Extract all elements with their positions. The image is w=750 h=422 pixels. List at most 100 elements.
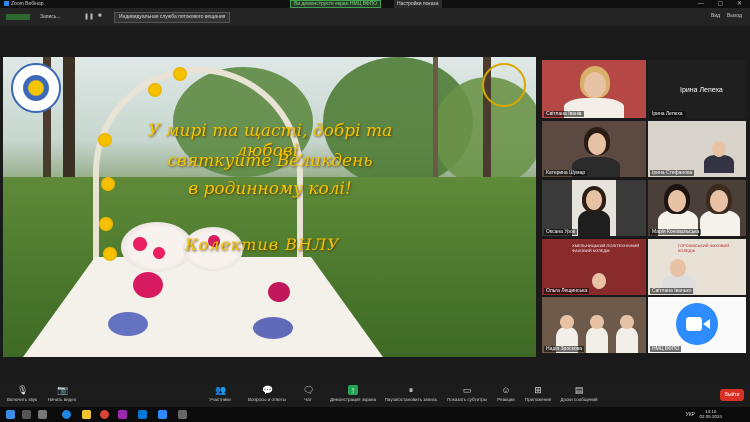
dandelion-flower xyxy=(148,83,162,97)
participant-face xyxy=(670,259,686,277)
meeting-toolbar: 🎙 Включить звук 📷 Начать видео 👥 Участники … xyxy=(0,383,750,407)
app-icon[interactable] xyxy=(118,410,127,419)
task-view-icon[interactable] xyxy=(38,410,47,419)
share-screen-button[interactable]: ↑ Демонстрация экрана xyxy=(326,385,380,402)
participant-face xyxy=(560,315,574,329)
leave-button[interactable]: Выйти xyxy=(720,389,744,401)
window-title-bar: Zoom Вебінар Ви демонструєте екран НМЦ В… xyxy=(0,0,750,8)
chat-button[interactable]: 🗨 Чат xyxy=(296,385,320,402)
stop-recording-icon[interactable]: ■ xyxy=(98,13,102,19)
participant-name: Світлана Іванів xyxy=(544,111,584,117)
participant-face xyxy=(588,133,606,155)
participant-tile[interactable]: Надія Зроскова xyxy=(542,297,646,353)
recording-indicator xyxy=(6,14,30,20)
participant-face xyxy=(712,141,726,157)
participant-shirt xyxy=(704,155,734,173)
zoom-taskbar-icon[interactable] xyxy=(158,410,167,419)
recording-label: Запись... xyxy=(40,14,61,20)
tree-trunk xyxy=(433,57,438,192)
embroidery-flower xyxy=(268,282,290,302)
participant-tile[interactable]: Ірина Лепеха Ірина Лепеха xyxy=(648,60,746,118)
clock-date: 02.05.2024 xyxy=(699,414,722,419)
participant-tile[interactable]: Світлана Іванів xyxy=(542,60,646,118)
participant-face xyxy=(590,315,604,329)
participant-tile[interactable]: Ірина Стефанова xyxy=(648,121,746,177)
screen-share-banner[interactable]: Ви демонструєте екран НМЦ ВФПО xyxy=(290,0,382,8)
participant-name: Марія Коновальська xyxy=(650,229,702,235)
chat-icon: 🗨 xyxy=(303,385,315,395)
pause-recording-icon[interactable]: ❚❚ xyxy=(84,13,94,20)
dandelion-flower xyxy=(98,133,112,147)
participant-name: Ірина Стефанова xyxy=(650,170,695,176)
participant-face xyxy=(620,315,634,329)
search-icon[interactable] xyxy=(22,410,31,419)
whiteboard-icon: ▤ xyxy=(574,385,584,395)
apps-button[interactable]: ⊞ Приложения xyxy=(522,385,554,402)
unmute-button[interactable]: 🎙 Включить звук xyxy=(4,385,40,402)
participant-tile[interactable]: ГОРОХІВСЬКИЙ ФАХОВИЙ КОЛЕДЖ Світлана Іва… xyxy=(648,239,746,295)
college-banner-text: ГОРОХІВСЬКИЙ ФАХОВИЙ КОЛЕДЖ xyxy=(678,243,730,253)
window-controls[interactable]: — ▢ ✕ xyxy=(698,0,748,7)
app-icon[interactable] xyxy=(178,410,187,419)
participant-name: Надія Зроскова xyxy=(544,346,585,352)
decoration-flower xyxy=(153,247,165,259)
system-clock[interactable]: 14:10 02.05.2024 xyxy=(699,409,722,419)
embroidery-pattern xyxy=(253,317,293,339)
participant-face xyxy=(710,190,728,212)
windows-start-icon[interactable] xyxy=(6,410,15,419)
os-taskbar: УКР 14:10 02.05.2024 xyxy=(0,407,750,422)
file-explorer-icon[interactable] xyxy=(82,410,91,419)
view-button[interactable]: Вид xyxy=(711,13,720,19)
participant-tile[interactable]: Катерина Шумар xyxy=(542,121,646,177)
live-stream-select[interactable]: Индивидуальная служба потокового вещания xyxy=(114,12,231,23)
captions-button[interactable]: ▭ Показать субтитры xyxy=(444,385,490,402)
app-title: Zoom Вебінар xyxy=(4,1,44,7)
reactions-button[interactable]: ☺ Реакции xyxy=(494,385,518,402)
participants-button[interactable]: 👥 Участники xyxy=(200,385,240,402)
participant-tile[interactable]: Оксана Урок xyxy=(542,180,646,236)
participant-name: Катерина Шумар xyxy=(544,170,588,176)
camera-body-icon xyxy=(686,317,702,331)
captions-icon: ▭ xyxy=(462,385,472,395)
pause-stop-recording-button[interactable]: ⏸ Пауза/остановить запись xyxy=(382,385,440,402)
participant-face xyxy=(668,190,686,212)
keyboard-language[interactable]: УКР xyxy=(686,412,695,418)
participant-video xyxy=(572,180,616,236)
participant-face xyxy=(584,72,606,98)
participant-shirt xyxy=(586,327,608,353)
participant-face xyxy=(586,190,602,210)
qa-button[interactable]: 💬 Вопросы и ответы xyxy=(244,385,290,402)
participant-face xyxy=(592,273,606,289)
greeting-line-2: святкуйте Великдень xyxy=(167,151,373,171)
participant-name: Світлана Іванько xyxy=(650,288,694,294)
participant-tile[interactable]: ХМЕЛЬНИЦЬКИЙ ПОЛІТЕХНІЧНИЙ ФАХОВИЙ КОЛЕД… xyxy=(542,239,646,295)
university-logo xyxy=(11,63,61,113)
participant-tile[interactable]: Марія Коновальська xyxy=(648,180,746,236)
microphone-muted-icon: 🎙 xyxy=(17,385,29,395)
chrome-icon[interactable] xyxy=(100,410,109,419)
app-icon[interactable] xyxy=(138,410,147,419)
video-off-icon: 📷 xyxy=(57,385,69,395)
zoom-logo-icon xyxy=(676,303,718,345)
dandelion-flower xyxy=(101,177,115,191)
share-settings-button[interactable]: Настройки показа xyxy=(394,0,442,8)
participant-shirt xyxy=(578,210,610,236)
logo-emblem xyxy=(23,75,49,101)
whiteboard-button[interactable]: ▤ Доски сообщений xyxy=(558,385,600,402)
edge-browser-icon[interactable] xyxy=(62,410,71,419)
participant-tile[interactable]: НМЦ ВФПО xyxy=(648,297,746,353)
record-icon: ⏸ xyxy=(408,385,414,395)
camera-lens-icon xyxy=(703,319,710,329)
participant-name: Ольга Лещинська xyxy=(544,288,590,294)
participant-big-name: Ірина Лепеха xyxy=(680,87,723,94)
qa-icon: 💬 xyxy=(262,385,274,395)
shared-screen: У мирі та щасті, добрі та любові, святку… xyxy=(3,57,536,357)
participant-shirt xyxy=(616,327,638,353)
zoom-logo-icon xyxy=(4,1,9,7)
participant-name: Ірина Лепеха xyxy=(650,111,685,117)
exit-fullscreen-button[interactable]: Выход xyxy=(727,13,742,19)
participant-name: Оксана Урок xyxy=(544,229,578,235)
start-video-button[interactable]: 📷 Начать видео xyxy=(44,385,80,402)
embroidery-pattern xyxy=(108,312,148,336)
partner-logo xyxy=(482,63,526,107)
